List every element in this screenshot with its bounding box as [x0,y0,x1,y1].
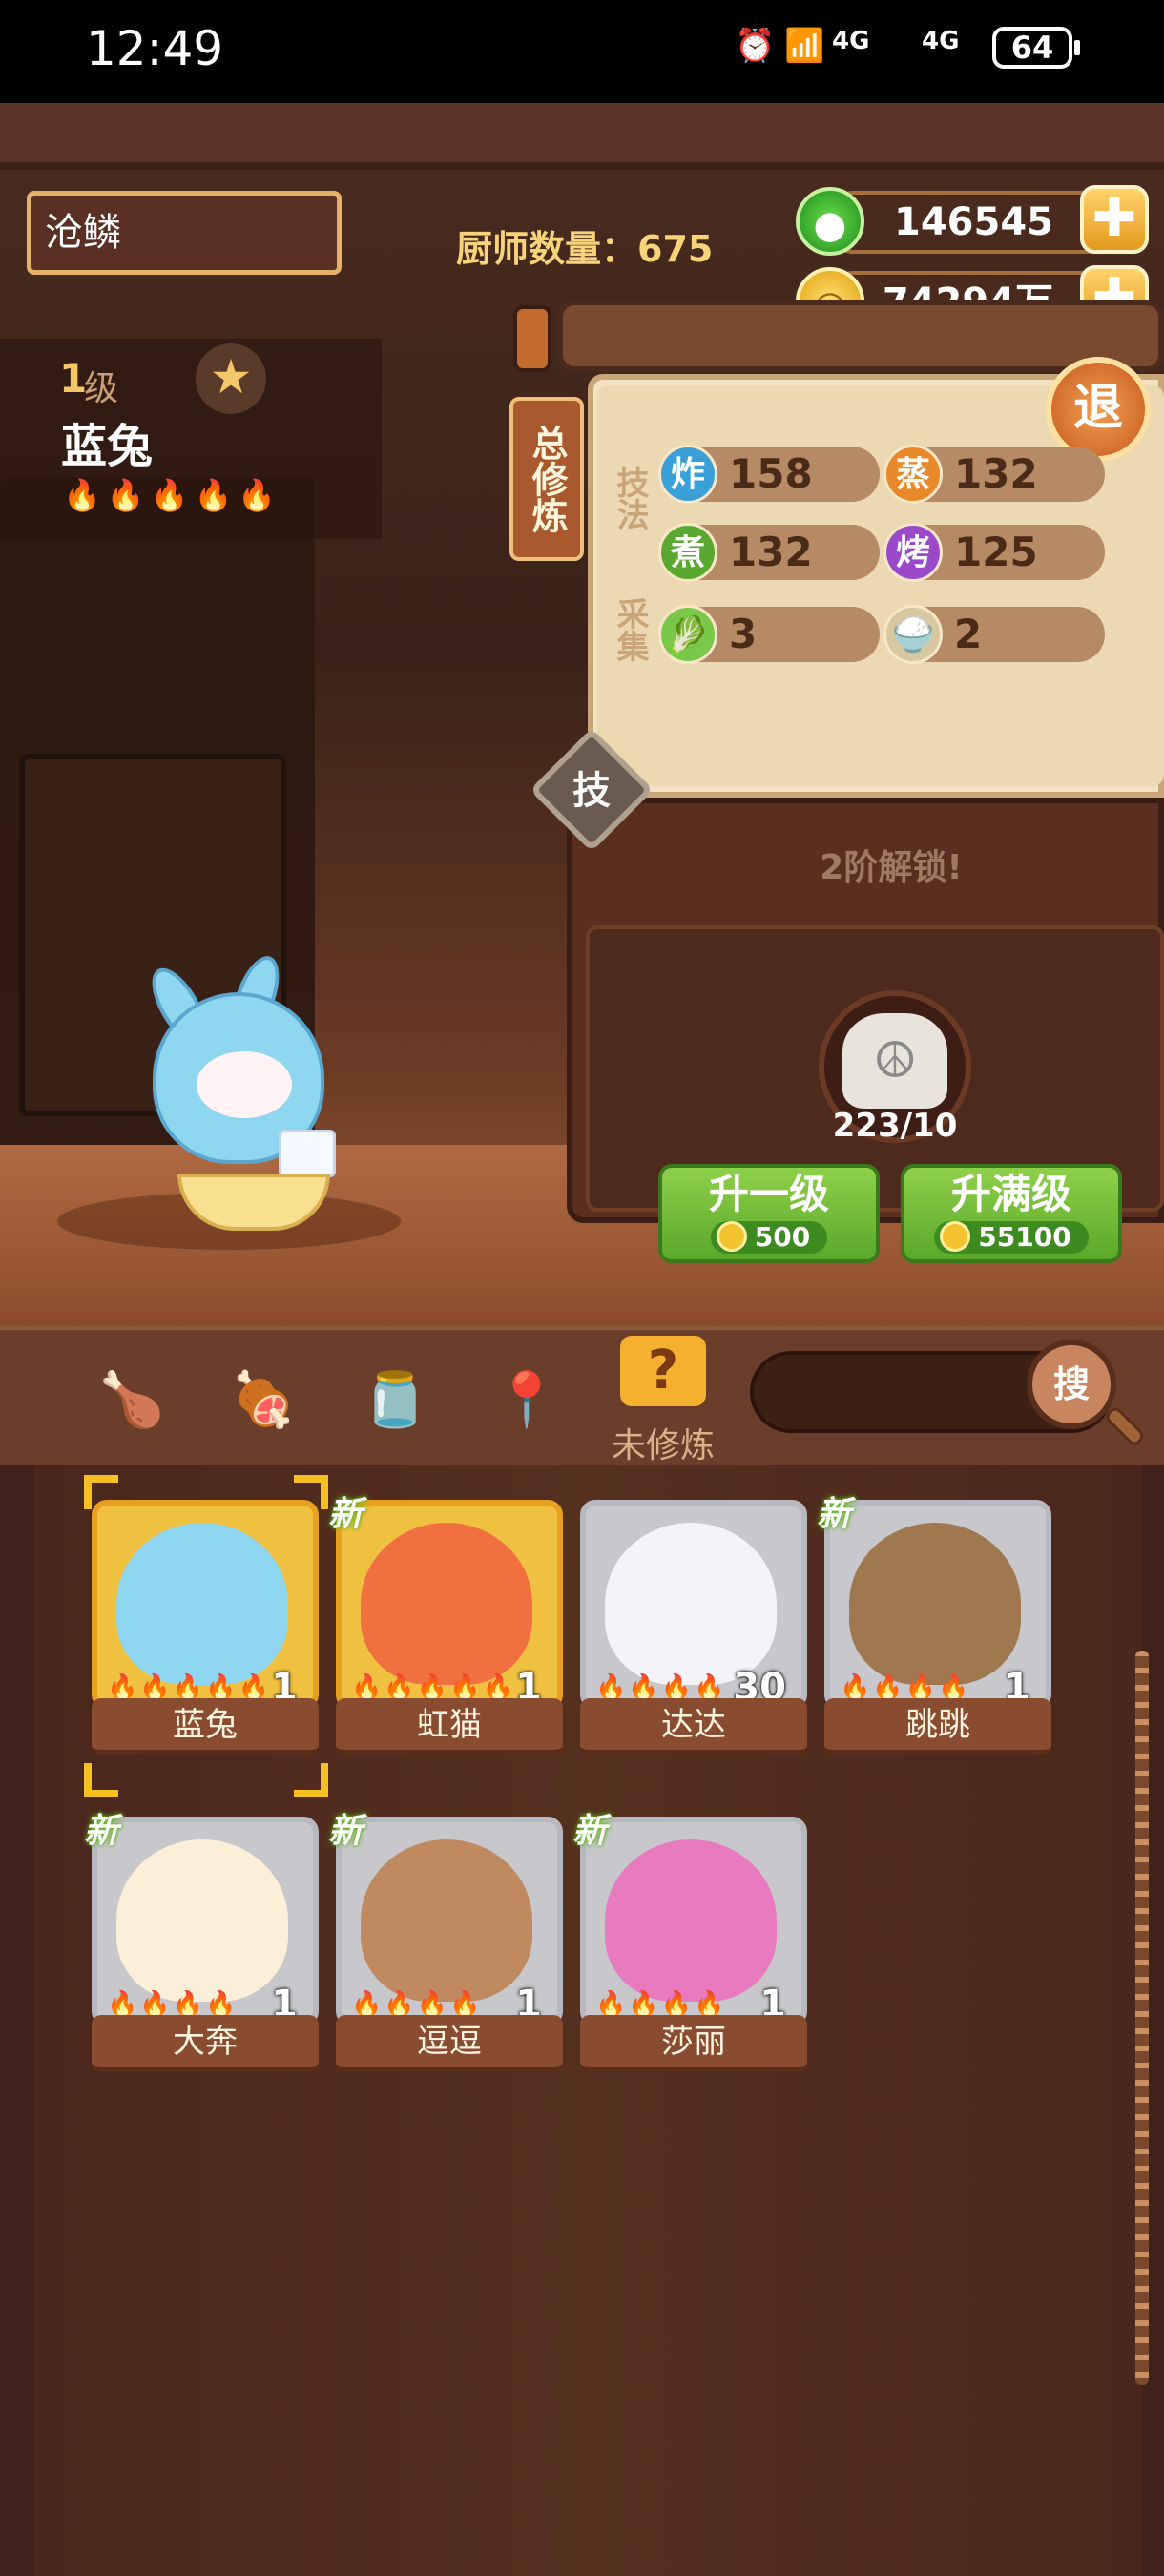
chef-card[interactable]: 🔥🔥🔥🔥🔥 1 虹猫 新 [328,1495,563,1755]
selection-corner [294,1475,328,1509]
chef-card-frame: 🔥🔥🔥🔥 1 [824,1500,1051,1710]
character-face [197,1051,292,1118]
chef-name: 莎丽 [580,2015,807,2072]
chef-card[interactable]: 🔥🔥🔥🔥🔥 1 蓝兔 [92,1500,319,1755]
chef-name: 蓝兔 [92,1698,319,1755]
stat-roast-icon: 烤 [883,523,943,582]
stat-steam-icon: 蒸 [883,445,943,504]
coin-icon [940,1221,971,1252]
new-badge: 新 [572,1812,608,1851]
chef-card-frame: 🔥🔥🔥🔥 1 [336,1817,563,2026]
chef-name: 跳跳 [824,1698,1051,1755]
jade-icon: ● [796,187,864,256]
technique-label: 技法 [611,466,649,530]
chef-name: 虹猫 [336,1698,563,1755]
chef-level-unit: 级 [84,369,119,408]
upgrade-one-cost: 500 [710,1221,828,1254]
scroll-roll [557,300,1164,372]
meat-tab-icon[interactable]: 🍖 [225,1362,301,1439]
chef-portrait [116,1839,288,2002]
upgrade-max-label: 升满级 [950,1171,1071,1217]
new-badge: 新 [328,1495,364,1534]
jar-tab-icon[interactable]: 🫙 [357,1362,433,1439]
chef-count: 厨师数量：675 [456,228,714,270]
drumstick-tab-icon[interactable]: 🍗 [94,1362,170,1439]
new-badge: 新 [817,1495,852,1534]
ceiling-beam [0,103,1164,170]
wifi-icon: 📶 [784,27,825,65]
untrained-tab-label[interactable]: 未修炼 [611,1418,716,1467]
chef-portrait [116,1523,288,1685]
chef-name: 达达 [580,1698,807,1755]
chef-card[interactable]: 🔥🔥🔥🔥 30 达达 [580,1500,807,1755]
scroll-cap [513,305,551,372]
chef-card[interactable]: 🔥🔥🔥🔥 1 逗逗 新 [328,1812,563,2072]
new-badge: 新 [84,1812,119,1851]
coin-icon [716,1221,747,1252]
chef-portrait [361,1839,532,2002]
chef-card[interactable]: 🔥🔥🔥🔥 1 莎丽 新 [572,1812,807,2072]
token-count: 223/10 [832,1107,958,1145]
chef-portrait [361,1523,532,1685]
chef-card-frame: 🔥🔥🔥🔥🔥 1 [336,1500,563,1710]
gather-label: 采集 [611,597,649,662]
chef-card[interactable]: 🔥🔥🔥🔥 1 大奔 新 [84,1812,319,2072]
stat-fry-icon: 炸 [658,445,717,504]
scrollbar[interactable] [1135,1651,1149,2385]
chef-portrait [605,1839,777,2002]
chef-card-frame: 🔥🔥🔥🔥 1 [92,1817,319,2026]
upgrade-max-cost-value: 55100 [978,1221,1071,1253]
chef-name: 逗逗 [336,2015,563,2072]
add-jade-button[interactable]: ✚ [1080,185,1149,254]
player-name-field[interactable]: 沧鳞 [27,191,342,275]
upgrade-one-level-button[interactable]: 升一级 500 [658,1164,880,1263]
upgrade-max-cost: 55100 [934,1221,1089,1254]
selection-corner [84,1763,118,1797]
chef-portrait [605,1523,777,1685]
clock: 12:49 [86,21,224,76]
upgrade-one-cost-value: 500 [754,1221,811,1253]
skill-badge-label: 技 [572,769,611,813]
stat-vegetable-icon: 🥬 [658,605,717,664]
search-button[interactable]: 搜 [1027,1340,1116,1429]
signal-label-1: 4G [832,27,870,55]
battery-indicator: 64 [992,27,1080,69]
chef-portrait [849,1523,1021,1685]
favorite-star-button[interactable]: ★ [196,343,266,414]
unlock-hint: 2阶解锁! [820,848,963,887]
chef-flame-rating: 🔥🔥🔥🔥🔥 [63,477,282,513]
selection-corner [84,1475,118,1509]
stat-boil-icon: 煮 [658,523,717,582]
chef-card-frame: 🔥🔥🔥🔥 30 [580,1500,807,1710]
chef-name: 大奔 [92,2015,319,2072]
chef-card-frame: 🔥🔥🔥🔥🔥 1 [92,1500,319,1710]
location-tab-icon[interactable]: 📍 [488,1362,565,1439]
selected-chef-name: 蓝兔 [61,420,154,473]
chef-card-frame: 🔥🔥🔥🔥 1 [580,1817,807,2026]
untrained-tab-icon[interactable]: ? [620,1336,706,1406]
total-training-tab[interactable]: 总修炼 [509,397,584,561]
stat-rice-icon: 🍚 [883,605,943,664]
tofu-block [279,1130,336,1177]
chef-card[interactable]: 🔥🔥🔥🔥 1 跳跳 新 [817,1495,1051,1755]
alarm-icon: ⏰ [735,27,776,65]
upgrade-one-label: 升一级 [708,1171,829,1217]
training-token-icon: ☮ [842,1013,947,1109]
new-badge: 新 [328,1812,364,1851]
selection-corner [294,1763,328,1797]
chef-level-number: 1 [59,355,88,402]
upgrade-max-level-button[interactable]: 升满级 55100 [901,1164,1122,1263]
signal-label-2: 4G [922,27,960,55]
